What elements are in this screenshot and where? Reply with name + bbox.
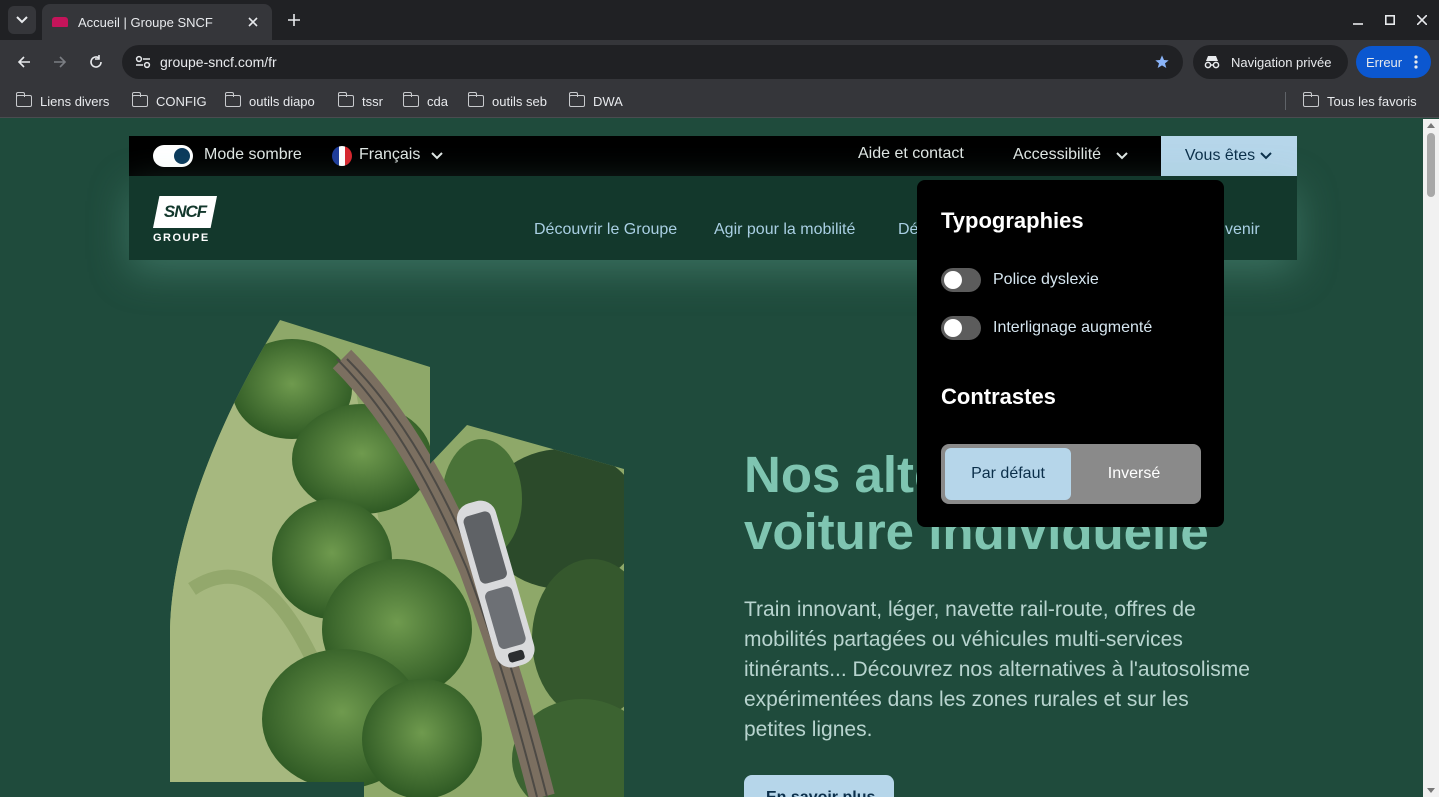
folder-icon [402,92,419,107]
scroll-thumb[interactable] [1427,133,1435,197]
bookmark-label: outils diapo [249,93,315,109]
language-selector[interactable]: Français [359,146,420,164]
browser-tabstrip: Accueil | Groupe SNCF [0,0,1439,40]
help-contact-link[interactable]: Aide et contact [858,145,964,163]
dark-mode-label: Mode sombre [204,146,302,163]
bookmark-folder[interactable]: tssr [337,90,383,112]
browser-tab[interactable]: Accueil | Groupe SNCF [42,4,272,40]
contrast-inverse-option[interactable]: Inversé [1071,448,1197,500]
logo-subtitle: GROUPE [153,232,210,244]
close-window-button[interactable] [1410,8,1434,32]
dark-mode-toggle[interactable] [153,145,193,167]
maximize-window-button[interactable] [1378,8,1402,32]
close-tab-icon[interactable] [244,13,262,31]
folder-icon [467,92,484,107]
bookmark-label: DWA [593,93,623,109]
contrasts-heading: Contrastes [941,384,1056,409]
chevron-down-icon[interactable] [1115,146,1129,166]
profile-error-button[interactable]: Erreur [1356,46,1431,78]
vous-etes-label: Vous êtes [1184,147,1256,164]
new-tab-button[interactable] [282,8,306,32]
plus-icon [288,14,300,26]
logo-brand-text: SNCF [163,202,207,221]
toggle-knob [944,271,962,289]
sncf-favicon-icon [52,17,68,27]
bookmark-label: outils seb [492,93,547,109]
minimize-icon [1353,23,1363,25]
page-scrollbar[interactable] [1423,119,1439,797]
bookmark-folder[interactable]: cda [402,90,448,112]
accessibility-dropdown: Typographies Police dyslexie Interlignag… [917,180,1224,527]
address-bar[interactable]: groupe-sncf.com/fr [122,45,1183,79]
error-label: Erreur [1366,54,1403,70]
contrast-selector: Par défaut Inversé [941,444,1201,504]
sncf-groupe-logo[interactable]: SNCF GROUPE [153,196,219,246]
bookmarks-separator [1285,92,1286,110]
page-content: Mode sombre Français Aide et contact Acc… [2,119,1423,797]
browser-toolbar: groupe-sncf.com/fr Navigation privée Err… [0,40,1439,84]
more-vert-icon [1414,55,1418,69]
chevron-down-icon [16,16,28,24]
line-spacing-toggle[interactable] [941,316,981,340]
utility-bar: Mode sombre Français Aide et contact Acc… [129,136,1297,176]
bookmark-label: Liens divers [40,93,110,109]
chevron-down-icon[interactable] [430,146,444,166]
scroll-down-arrow-icon[interactable] [1427,788,1435,793]
toggle-knob [174,148,190,164]
typographies-heading: Typographies [941,208,1084,233]
scroll-up-arrow-icon[interactable] [1427,123,1435,128]
learn-more-button[interactable]: En savoir plus [744,775,894,797]
hero-description: Train innovant, léger, navette rail-rout… [744,598,1250,741]
contrast-default-option[interactable]: Par défaut [945,448,1071,500]
incognito-indicator[interactable]: Navigation privée [1193,45,1348,79]
incognito-icon [1204,56,1220,69]
incognito-label: Navigation privée [1231,54,1332,70]
nav-mobility[interactable]: Agir pour la mobilité [714,221,855,239]
bookmark-folder[interactable]: Liens divers [15,90,110,112]
toggle-knob [944,319,962,337]
line-spacing-label: Interlignage augmenté [993,319,1153,336]
accessibility-menu-button[interactable]: Accessibilité [1013,146,1101,164]
tab-search-button[interactable] [8,6,36,34]
dyslexia-font-label: Police dyslexie [993,271,1099,288]
vous-etes-button[interactable]: Vous êtes [1161,136,1297,176]
all-bookmarks-folder[interactable]: Tous les favoris [1302,90,1417,112]
bookmark-folder[interactable]: DWA [568,90,623,112]
url-text: groupe-sncf.com/fr [160,54,277,70]
reload-button[interactable] [82,48,110,76]
bookmarks-bar: Liens divers CONFIG outils diapo tssr cd… [0,84,1439,118]
folder-icon [131,92,148,107]
bookmark-label: cda [427,93,448,109]
logo-mark: SNCF [153,196,217,228]
nav-discover-group[interactable]: Découvrir le Groupe [534,221,677,239]
folder-icon [224,92,241,107]
site-settings-icon[interactable] [132,51,154,73]
folder-icon [568,92,585,107]
folder-icon [337,92,354,107]
arrow-right-icon [54,56,67,68]
maximize-icon [1385,15,1395,25]
french-flag-icon [332,146,352,166]
bookmark-label: tssr [362,93,383,109]
arrow-left-icon [17,56,30,68]
bookmark-folder[interactable]: outils diapo [224,90,315,112]
nav-item-avenir[interactable]: venir [1225,221,1260,239]
bookmark-folder[interactable]: CONFIG [131,90,207,112]
forward-button[interactable] [46,48,74,76]
minimize-window-button[interactable] [1346,8,1370,32]
chevron-down-icon [1260,152,1272,160]
close-icon [1417,15,1427,25]
folder-icon [15,92,32,107]
bookmark-star-icon[interactable] [1151,51,1173,73]
back-button[interactable] [10,48,38,76]
bookmark-label: Tous les favoris [1327,93,1417,109]
folder-icon [1302,92,1319,107]
reload-icon [90,55,102,68]
bookmark-folder[interactable]: outils seb [467,90,547,112]
tab-title: Accueil | Groupe SNCF [78,14,213,30]
dyslexia-font-toggle[interactable] [941,268,981,292]
nav-item-partial[interactable]: Dé [898,221,918,239]
bookmark-label: CONFIG [156,93,207,109]
